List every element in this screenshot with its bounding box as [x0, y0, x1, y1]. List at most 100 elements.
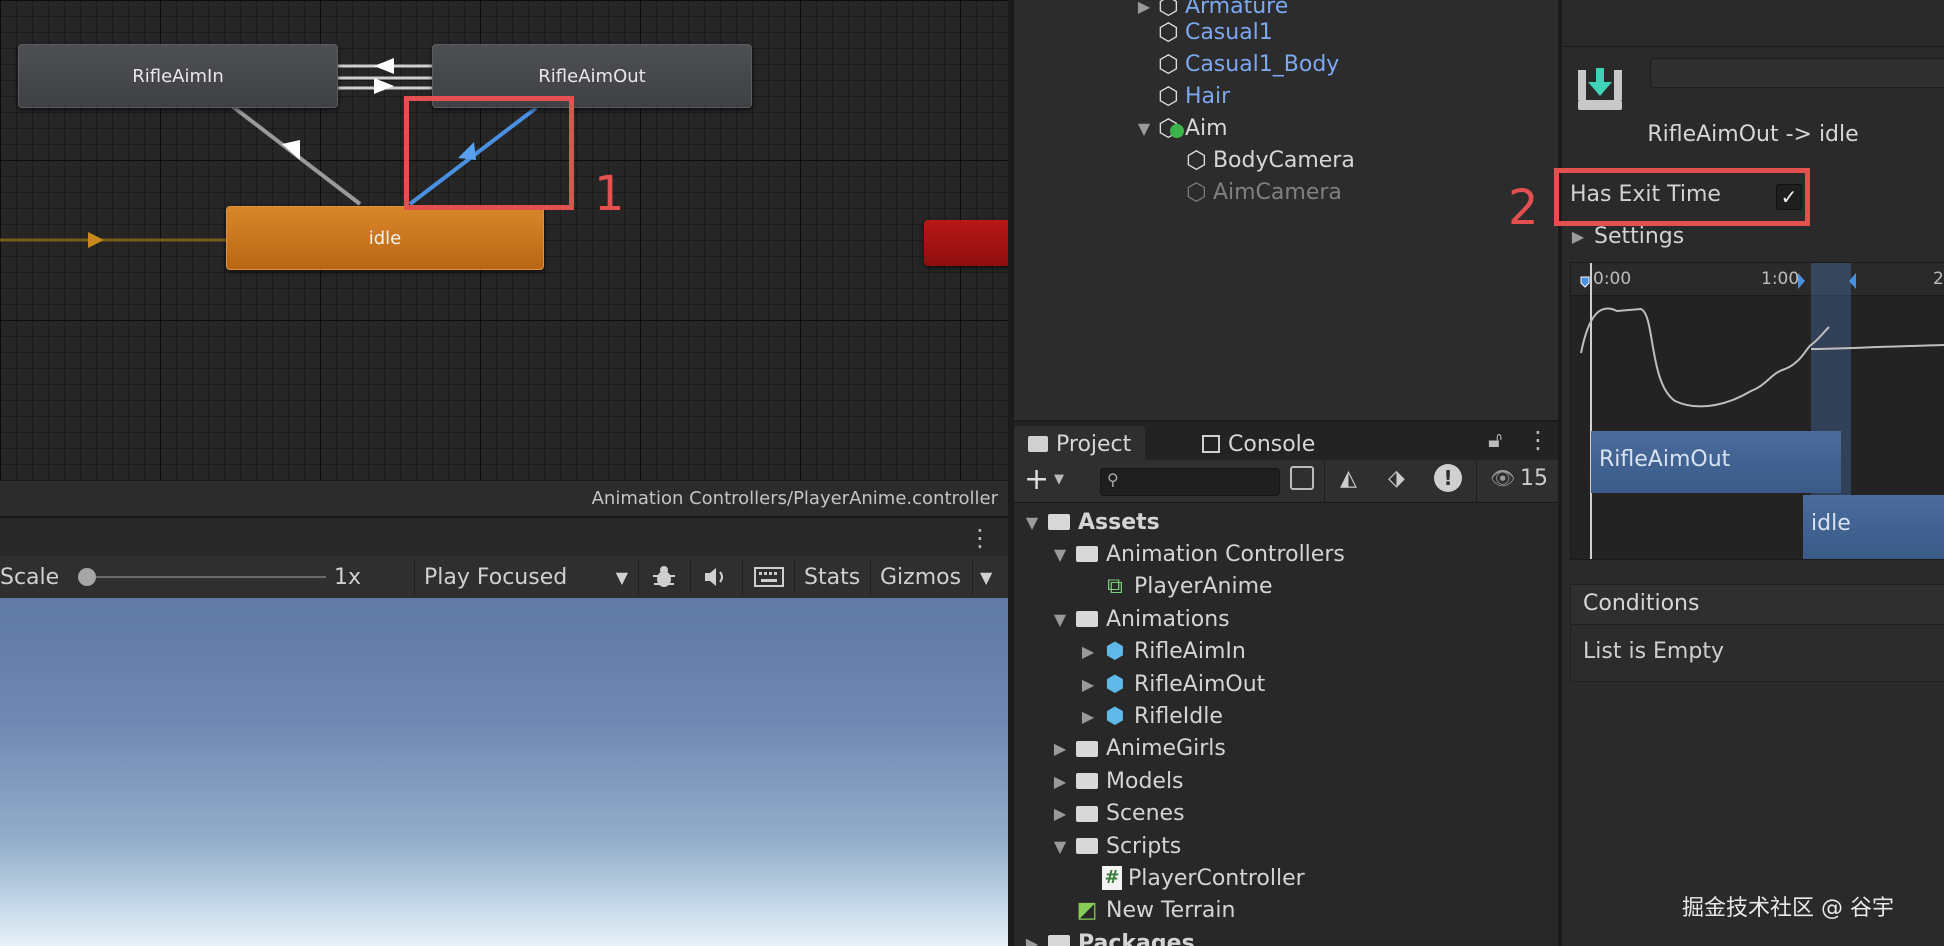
project-tree-item[interactable]: ▶ Models	[1052, 765, 1184, 797]
animator-controller-icon: ⧉	[1107, 574, 1123, 600]
cube-icon: ⬡	[1158, 50, 1179, 78]
game-viewport[interactable]	[0, 598, 1008, 946]
project-tree-item-label: PlayerController	[1128, 865, 1305, 891]
stats-button[interactable]: Stats	[804, 556, 860, 598]
folder-open-icon	[1076, 546, 1098, 563]
collapse-arrow-icon[interactable]: ▼	[1052, 837, 1068, 856]
gizmos-dropdown-icon[interactable]: ▼	[980, 556, 992, 598]
transition-idle-to-aimin-arrow	[282, 140, 300, 160]
scale-label: Scale	[0, 564, 60, 590]
filter-by-label-icon[interactable]: ⬗	[1388, 466, 1405, 491]
model-prefab-icon: ⬢	[1105, 671, 1125, 697]
project-tree-item-label: Animations	[1106, 606, 1230, 632]
project-tree-item[interactable]: ▶ Packages	[1024, 927, 1195, 946]
tab-console[interactable]: Console	[1188, 426, 1329, 462]
annotation-box-1	[404, 96, 574, 210]
animator-graph[interactable]: RifleAimIn RifleAimOut idle 1	[0, 0, 1008, 480]
project-tree-item[interactable]: ⧉ PlayerAnime	[1080, 571, 1272, 603]
transition-arrow-left	[374, 58, 394, 74]
expand-arrow-icon[interactable]: ▶	[1052, 804, 1068, 823]
clip-bar-from[interactable]: RifleAimOut	[1591, 431, 1841, 493]
hierarchy-item-body-camera[interactable]: ⬡ BodyCamera	[1186, 144, 1355, 176]
expand-arrow-icon[interactable]: ▶	[1052, 772, 1068, 791]
open-window-icon[interactable]	[1290, 466, 1314, 490]
project-tree-item[interactable]: ▼ Animation Controllers	[1052, 538, 1345, 570]
folder-icon	[1076, 740, 1098, 757]
cube-icon: ⬡	[1186, 178, 1207, 206]
audio-mute-icon[interactable]	[700, 556, 732, 598]
search-input[interactable]: ⚲	[1100, 468, 1280, 496]
folder-icon	[1076, 773, 1098, 790]
project-tree-item[interactable]: ▼ Scripts	[1052, 830, 1181, 862]
terrain-icon: ◩	[1076, 898, 1098, 924]
project-tree-item[interactable]: ▶ Scenes	[1052, 798, 1185, 830]
state-idle[interactable]: idle	[226, 206, 544, 270]
bug-icon[interactable]	[648, 556, 680, 598]
game-toolbar: Scale 1x Play Focused ▼ Stats Gizmos ▼	[0, 556, 1008, 599]
expand-arrow-icon[interactable]: ▶	[1024, 934, 1040, 946]
annotation-label-1: 1	[594, 166, 625, 222]
transition-timeline[interactable]: 0:00 1:00 2 RifleAimOut idle	[1570, 262, 1944, 560]
project-tree: ▼ Assets ▼ Animation Controllers ⧉ PlayerAnim…	[1014, 502, 1558, 946]
add-icon[interactable]: +	[1024, 462, 1049, 497]
watermark: 掘金技术社区 @ 谷宇	[1682, 896, 1894, 921]
hierarchy-item-hair[interactable]: ⬡ Hair	[1158, 80, 1230, 112]
transition-name-input[interactable]	[1650, 58, 1944, 88]
scale-slider[interactable]	[78, 556, 326, 598]
hidden-count: 15	[1520, 466, 1548, 491]
collapse-arrow-icon[interactable]: ▼	[1052, 610, 1068, 629]
project-tree-item[interactable]: ▶ ⬢ RifleAimIn	[1080, 636, 1246, 668]
expand-arrow-icon[interactable]: ▶	[1136, 0, 1152, 16]
hierarchy-item-casual1-body[interactable]: ⬡ Casual1_Body	[1158, 48, 1339, 80]
project-tree-item[interactable]: ▼ Assets	[1024, 506, 1160, 538]
filter-by-type-icon[interactable]: ◭	[1340, 466, 1357, 491]
lock-icon[interactable]: 🔓︎	[1488, 428, 1502, 453]
project-tree-item[interactable]: ▶ ⬢ RifleAimOut	[1080, 668, 1265, 700]
project-tree-item-label: Assets	[1078, 509, 1160, 535]
state-exit[interactable]	[924, 220, 1008, 266]
expand-arrow-icon[interactable]: ▶	[1080, 707, 1096, 726]
expand-arrow-icon[interactable]: ▶	[1052, 739, 1068, 758]
project-tree-item[interactable]: ▶ AnimeGirls	[1052, 733, 1226, 765]
entry-transition-arrow	[88, 232, 104, 248]
collapse-arrow-icon[interactable]: ▼	[1136, 119, 1152, 138]
gizmos-button[interactable]: Gizmos	[880, 556, 961, 598]
expand-arrow-icon[interactable]: ▶	[1080, 675, 1096, 694]
hierarchy-item-aim-camera[interactable]: ⬡ AimCamera	[1186, 176, 1342, 208]
game-tabbar: ⋮	[0, 516, 1008, 558]
hierarchy-item-casual1[interactable]: ⬡ Casual1	[1158, 16, 1273, 48]
more-menu-icon[interactable]: ⋮	[968, 524, 992, 552]
cube-icon: ⬡	[1158, 82, 1179, 110]
expand-arrow-icon[interactable]: ▶	[1080, 642, 1096, 661]
visibility-eye-icon[interactable]: 👁︎	[1490, 466, 1515, 490]
keyboard-icon[interactable]	[752, 556, 786, 598]
project-tree-item-label: RifleAimIn	[1134, 639, 1246, 665]
chevron-down-icon[interactable]: ▼	[1054, 472, 1064, 487]
hierarchy-item-aim[interactable]: ▼ ⬡ Aim	[1136, 112, 1228, 144]
project-tree-item-label: RifleIdle	[1134, 703, 1223, 729]
project-tree-item[interactable]: ▼ Animations	[1052, 603, 1230, 635]
project-tree-item-label: Scripts	[1106, 833, 1182, 859]
collapse-arrow-icon[interactable]: ▼	[1052, 545, 1068, 564]
tab-project[interactable]: Project	[1014, 426, 1146, 462]
project-toolbar: + ▼ ⚲ ◭ ⬗ ! 👁︎ 15	[1014, 460, 1558, 503]
project-tree-item-label: Animation Controllers	[1106, 541, 1345, 567]
annotation-box-2	[1554, 168, 1810, 226]
collapse-arrow-icon[interactable]: ▼	[1024, 513, 1040, 532]
clip-bar-to[interactable]: idle	[1803, 495, 1944, 559]
project-tree-item[interactable]: ▶ ⬢ RifleIdle	[1080, 700, 1223, 732]
project-panel: Project Console 🔓︎ ⋮ + ▼ ⚲ ◭ ⬗ ! 👁︎ 15 ▼…	[1014, 420, 1558, 946]
state-rifle-aim-in[interactable]: RifleAimIn	[18, 44, 338, 108]
project-tree-item[interactable]: # PlayerController	[1080, 862, 1305, 894]
project-tree-item-label: AnimeGirls	[1106, 736, 1226, 762]
warning-filter-icon[interactable]: !	[1434, 464, 1462, 492]
settings-foldout[interactable]: ▶ Settings	[1570, 224, 1684, 249]
project-tree-item-label: New Terrain	[1106, 898, 1236, 924]
folder-open-icon	[1076, 838, 1098, 854]
expand-arrow-icon: ▶	[1571, 227, 1585, 246]
scale-slider-thumb[interactable]	[78, 568, 96, 586]
more-menu-icon[interactable]: ⋮	[1526, 426, 1550, 454]
project-tree-item[interactable]: ◩ New Terrain	[1052, 895, 1236, 927]
model-prefab-icon: ⬢	[1105, 703, 1125, 729]
play-mode-dropdown[interactable]: Play Focused ▼	[424, 556, 636, 598]
